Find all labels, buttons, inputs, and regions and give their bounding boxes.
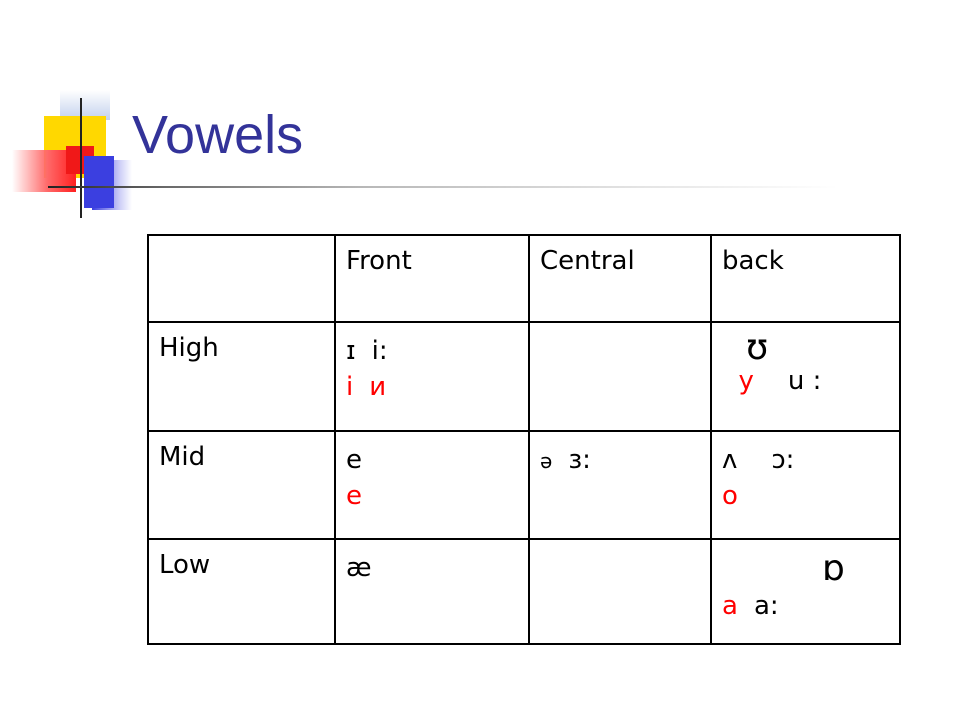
ipa-symbol: ʌ (722, 445, 738, 475)
ipa-line: ə ɜ: (540, 442, 700, 479)
ipa-line: ɪ i: (346, 333, 518, 369)
cyrillic-letter: и (369, 372, 387, 402)
logo-decoration (84, 156, 114, 208)
ipa-symbol: ɔ: (771, 445, 795, 475)
cyrillic-letter: е (346, 481, 362, 511)
cyrillic-letter: а (722, 591, 738, 621)
table-row-mid: Mid e е ə ɜ: ʌ ɔ: о (147, 430, 901, 540)
cyrillic-letter: у (738, 366, 754, 396)
mixed-line: у u : (722, 363, 889, 399)
ipa-symbol: ɜ: (568, 445, 591, 475)
ipa-symbol: ɪ (346, 336, 356, 366)
ipa-symbol-large: ɒ (822, 548, 845, 589)
vowel-table: Front Central back High ɪ i: iи ʊ у u : Mi… (147, 234, 901, 645)
ipa-symbol: æ (346, 553, 372, 583)
title-divider-horizontal (48, 186, 838, 188)
cell-mid-back: ʌ ɔ: о (710, 430, 901, 540)
header-cell-back: back (710, 234, 901, 323)
title-divider-vertical (80, 98, 82, 218)
cell-mid-central: ə ɜ: (528, 430, 712, 540)
ipa-symbol: ə (540, 449, 553, 473)
ipa-symbol: i: (371, 336, 388, 366)
cyrillic-letter: i (346, 372, 354, 402)
ipa-symbol: a: (753, 591, 779, 621)
cyrillic-line: iи (346, 369, 518, 405)
cell-low-front: æ (334, 538, 530, 645)
cyrillic-letter: о (722, 481, 738, 511)
header-cell-front: Front (334, 234, 530, 323)
row-label-high: High (147, 321, 336, 432)
row-label-mid: Mid (147, 430, 336, 540)
ipa-symbol: u : (787, 366, 822, 396)
page-title: Vowels (132, 105, 304, 165)
cell-low-back: ɒ а a: (710, 538, 901, 645)
row-label-low: Low (147, 538, 336, 645)
table-row-high: High ɪ i: iи ʊ у u : (147, 321, 901, 432)
cell-high-central (528, 321, 712, 432)
ipa-symbol: e (346, 445, 362, 475)
header-cell-central: Central (528, 234, 712, 323)
header-cell-empty (147, 234, 336, 323)
ipa-symbol-large: ʊ (746, 327, 769, 368)
cell-mid-front: e е (334, 430, 530, 540)
cell-low-central (528, 538, 712, 645)
ipa-line: ʌ ɔ: (722, 442, 889, 478)
table-header-row: Front Central back (147, 234, 901, 323)
cell-high-front: ɪ i: iи (334, 321, 530, 432)
table-row-low: Low æ ɒ а a: (147, 538, 901, 645)
cell-high-back: ʊ у u : (710, 321, 901, 432)
mixed-line: а a: (722, 588, 889, 624)
